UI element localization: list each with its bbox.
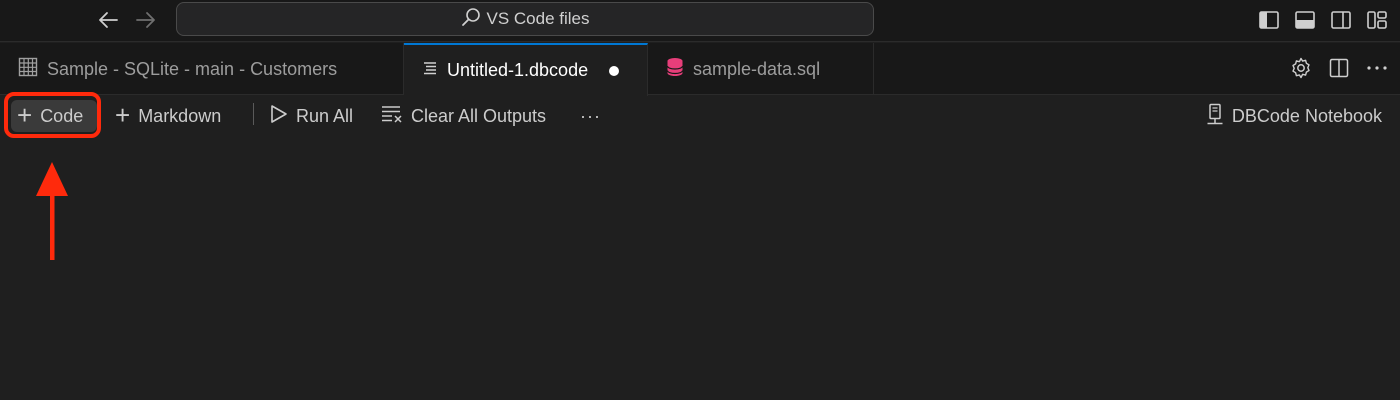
title-bar: VS Code files <box>0 0 1400 42</box>
play-icon <box>270 104 288 129</box>
clear-outputs-icon <box>381 105 403 128</box>
add-markdown-cell-button[interactable]: + Markdown <box>115 100 221 132</box>
command-center-search[interactable]: VS Code files <box>176 2 874 36</box>
database-icon <box>666 57 684 82</box>
table-grid-icon <box>18 57 38 82</box>
unsaved-changes-dot-icon[interactable] <box>609 65 620 76</box>
more-actions-icon[interactable] <box>1366 56 1388 80</box>
annotation-up-arrow-icon <box>34 160 70 262</box>
server-icon <box>1206 103 1224 130</box>
tab-label: Untitled-1.dbcode <box>447 60 589 80</box>
run-all-label: Run All <box>296 105 354 126</box>
kernel-picker[interactable]: DBCode Notebook <box>1206 100 1382 132</box>
clear-all-outputs-button[interactable]: Clear All Outputs <box>381 100 546 132</box>
tab-untitled-notebook[interactable]: Untitled-1.dbcode <box>404 43 648 96</box>
tab-label: sample-data.sql <box>693 58 821 79</box>
run-all-button[interactable]: Run All <box>270 100 353 132</box>
toggle-secondary-sidebar-icon[interactable] <box>1330 9 1352 31</box>
tab-sample-data-sql[interactable]: sample-data.sql <box>648 43 874 95</box>
gear-icon[interactable] <box>1290 56 1312 80</box>
split-editor-icon[interactable] <box>1328 56 1350 80</box>
plus-icon: + <box>115 99 131 130</box>
command-center-label: VS Code files <box>486 9 590 28</box>
toolbar-more-button[interactable]: ··· <box>580 100 601 132</box>
add-markdown-label: Markdown <box>138 105 222 126</box>
customize-layout-icon[interactable] <box>1366 9 1388 31</box>
layout-controls <box>1258 9 1388 31</box>
annotation-highlight-box <box>4 92 101 138</box>
tab-label: Sample - SQLite - main - Customers <box>47 58 338 79</box>
toggle-panel-icon[interactable] <box>1294 9 1316 31</box>
notebook-file-icon <box>422 60 438 81</box>
search-icon <box>461 7 481 32</box>
toggle-primary-sidebar-icon[interactable] <box>1258 9 1280 31</box>
editor-tab-bar: Sample - SQLite - main - Customers Untit… <box>0 43 1400 96</box>
forward-arrow-icon[interactable] <box>132 7 160 33</box>
tab-customers-table[interactable]: Sample - SQLite - main - Customers <box>0 43 404 95</box>
ellipsis-icon: ··· <box>580 105 601 126</box>
clear-outputs-label: Clear All Outputs <box>411 105 547 126</box>
tab-bar-actions <box>1290 56 1388 80</box>
toolbar-divider <box>253 103 254 125</box>
back-arrow-icon[interactable] <box>94 7 122 33</box>
notebook-toolbar: + Code + Markdown Run All Clear All Outp… <box>0 95 1400 137</box>
kernel-label: DBCode Notebook <box>1231 105 1382 126</box>
